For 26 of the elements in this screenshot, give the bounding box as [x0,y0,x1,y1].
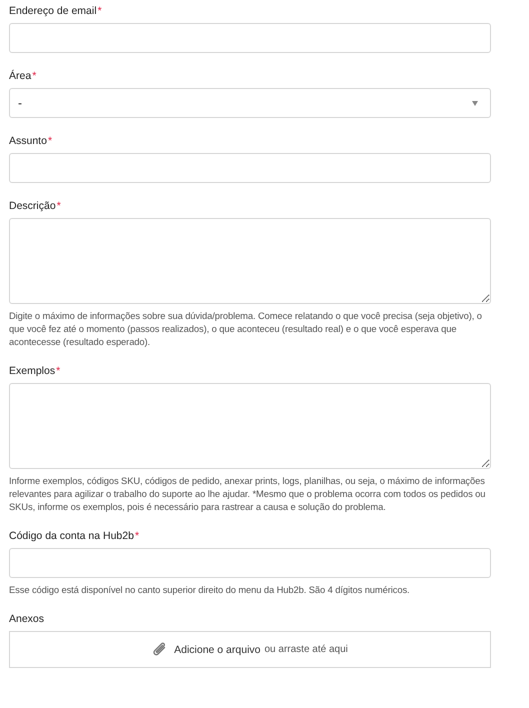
help-text: Digite o máximo de informações sobre sua dúvida/problema. Comece relatando o que você precisa (seja objetivo), o que você fez até o momento (passos realizados), o que aconteceu (resultado real) e o que você esperava que acontecesse (resultado esperado). [9,309,483,348]
field-label: Anexos [9,613,44,625]
help-text: Informe exemplos, códigos SKU, códigos de pedido, anexar prints, logs, planilhas, ou seja, o máximo de informações relevantes para agilizar o trabalho do suporte ao lhe ajudar. *Mesmo que o problema ocorra com todos os pedidos ou SKUs, informe os exemplos, pois é necessário para rastrear a causa e solução do problema. [9,474,486,513]
required-mark: * [56,200,61,212]
file-drop-zone[interactable]: Adicione o arquivo ou arraste até aqui [9,631,491,668]
text-area[interactable] [9,218,491,304]
caret-icon [472,100,478,106]
input-field[interactable] [9,548,491,578]
field-label: Código da conta na Hub2b [9,530,134,542]
field-label: Exemplos [9,365,56,377]
upload-link[interactable]: Adicione o arquivo [174,644,260,656]
required-mark: * [98,5,102,17]
drop-hint: ou arraste até aqui [264,644,348,655]
field-label: Área [9,70,32,82]
field-label: Assunto [9,135,47,147]
field-label: Descrição [9,200,56,212]
select-field[interactable]: - [9,88,491,118]
required-mark: * [32,70,36,82]
input-field[interactable] [9,23,491,53]
required-mark: * [48,135,52,147]
input-field[interactable] [9,153,491,183]
help-text: Esse código está disponível no canto superior direito do menu da Hub2b. São 4 dígitos numéricos. [9,583,411,596]
field-label: Endereço de email [9,5,97,17]
required-mark: * [134,530,140,542]
required-mark: * [56,365,60,377]
text-area[interactable] [9,383,491,469]
